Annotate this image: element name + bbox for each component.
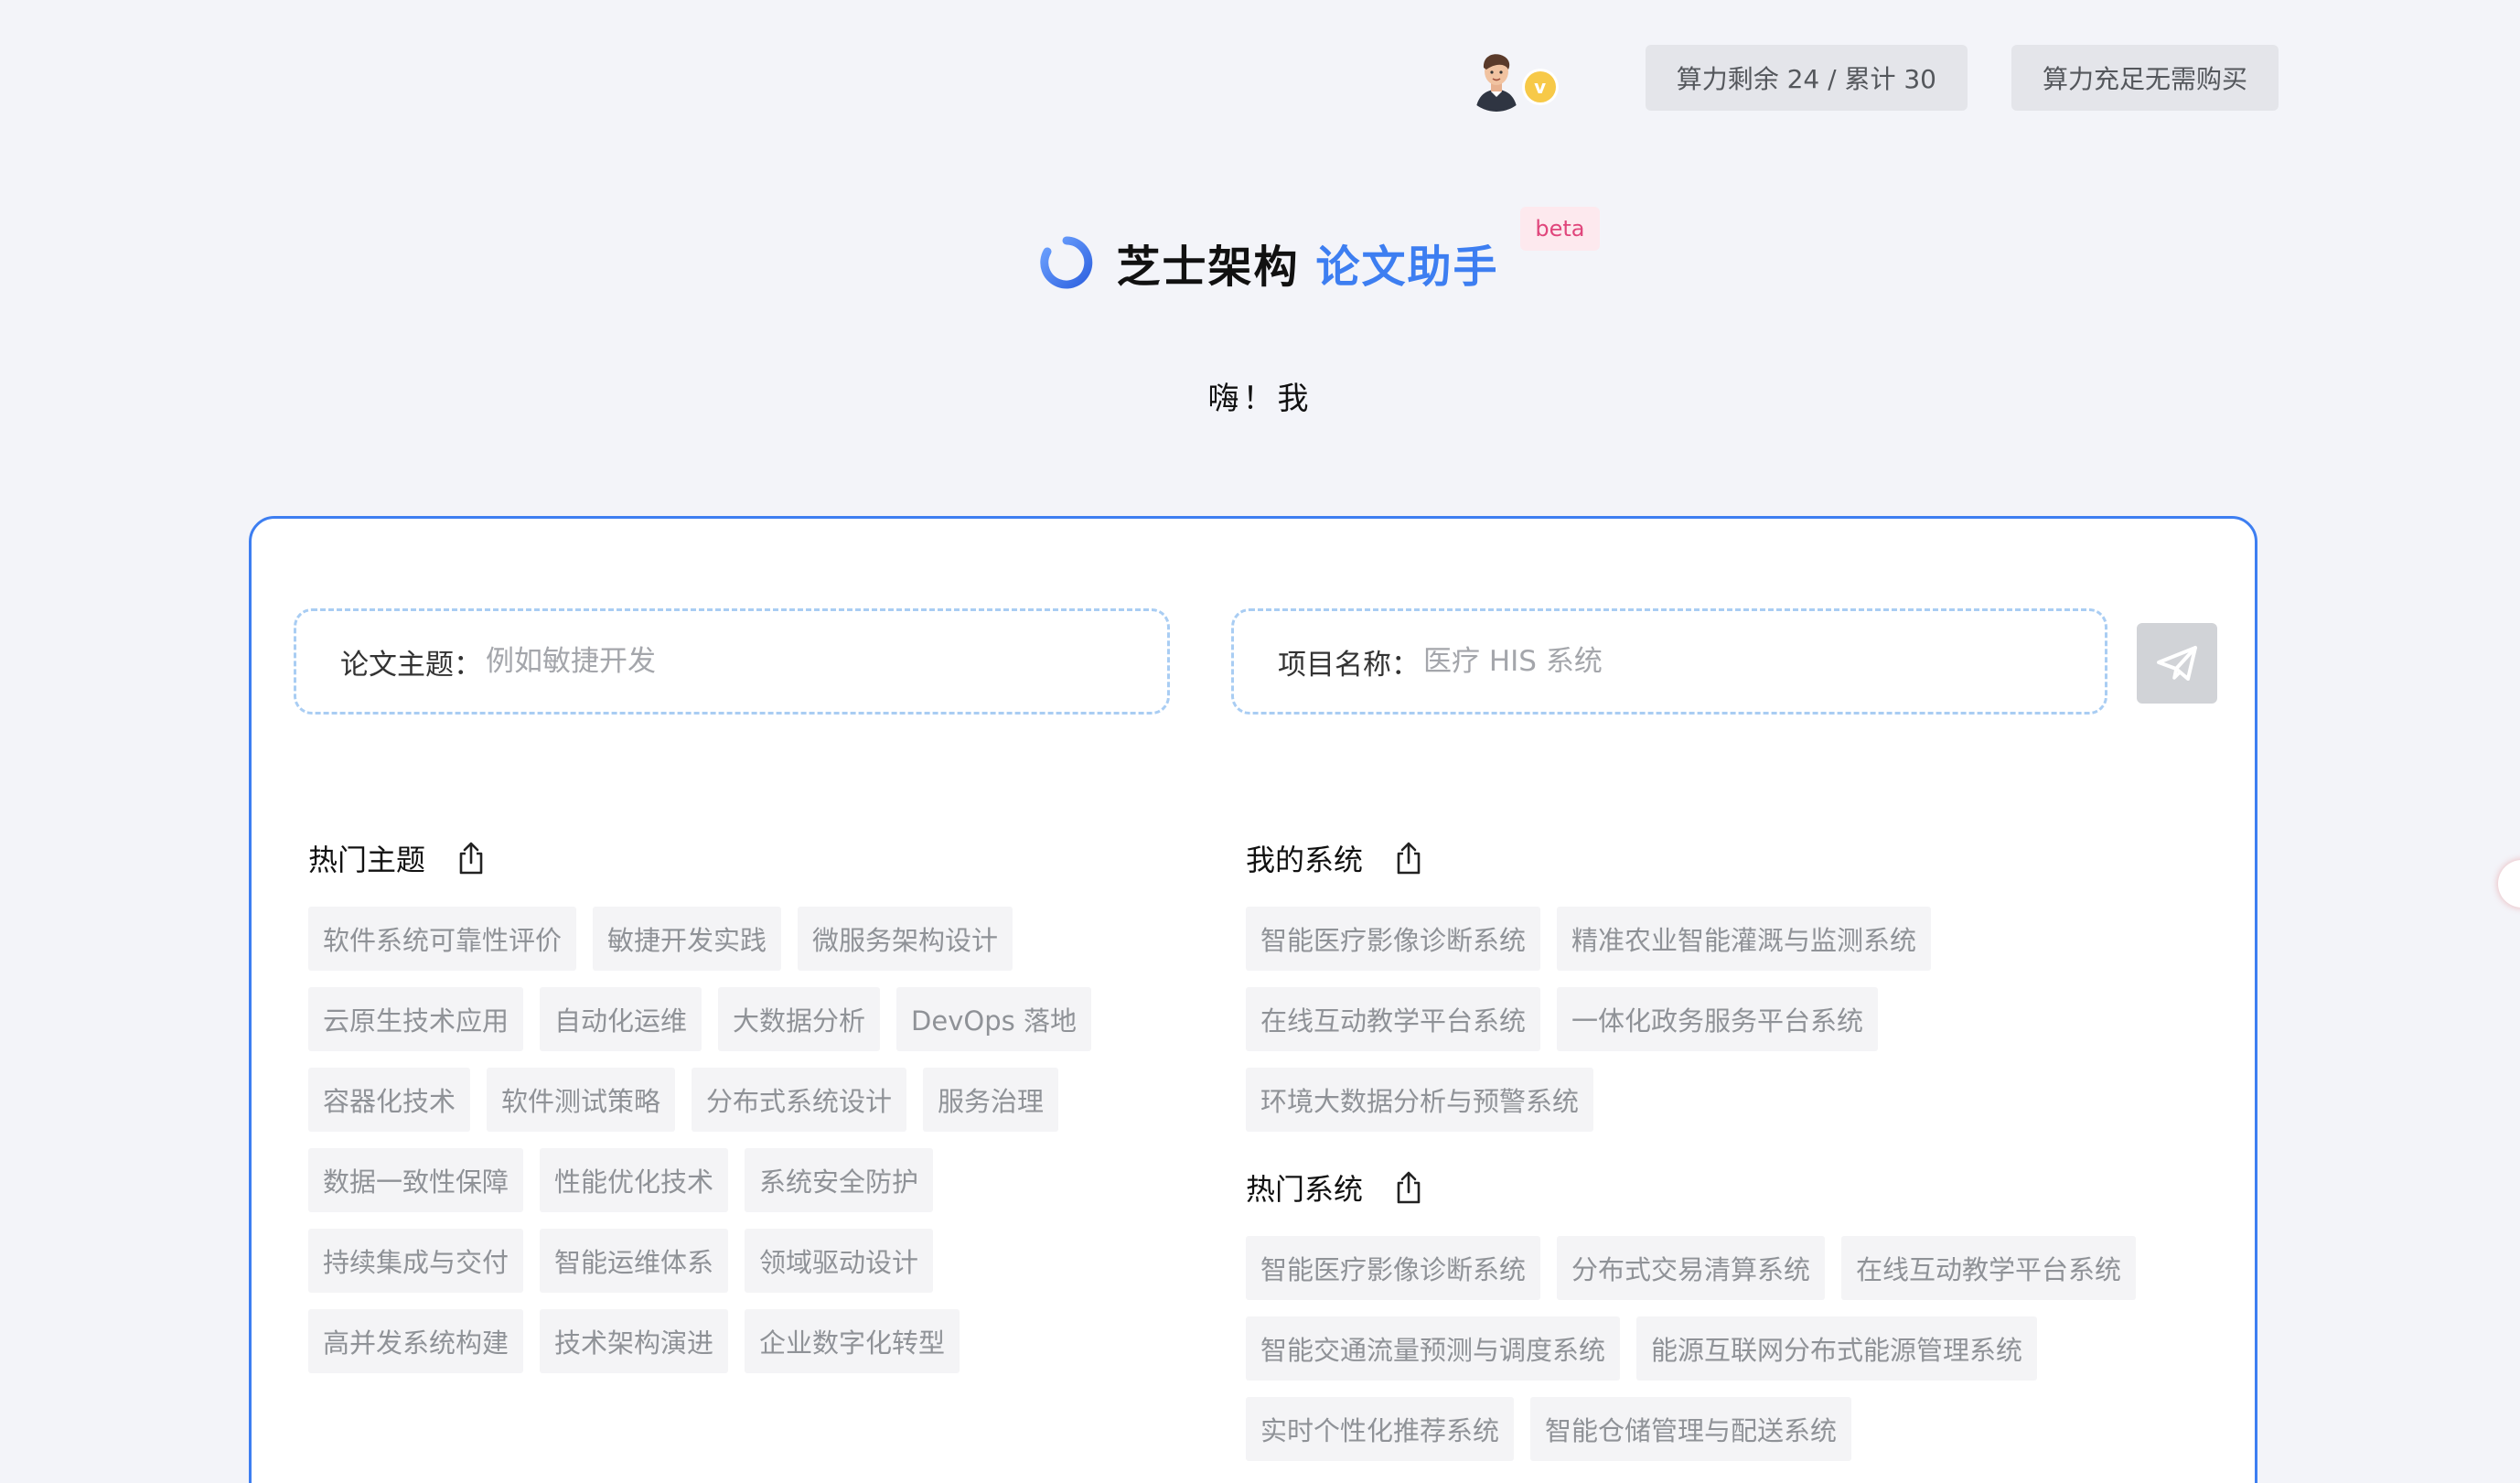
hot-systems-title: 热门系统 <box>1246 1172 1364 1207</box>
topic-input[interactable] <box>486 645 1035 678</box>
floating-edge-button[interactable] <box>2498 860 2520 908</box>
topic-tag[interactable]: 软件测试策略 <box>487 1068 676 1132</box>
brand-subtitle: 论文助手 <box>1315 242 1499 293</box>
topic-label: 论文主题： <box>340 648 482 682</box>
brand-header: 芝士架构 论文助手 beta <box>0 207 2520 295</box>
topic-tag[interactable]: 微服务架构设计 <box>798 907 1013 971</box>
send-button[interactable] <box>2137 623 2217 704</box>
topic-tag[interactable]: 持续集成与交付 <box>308 1229 524 1293</box>
greeting-text: 嗨！我 <box>1207 381 1313 417</box>
topic-tag[interactable]: 领域驱动设计 <box>745 1229 934 1293</box>
system-tag[interactable]: 智能医疗影像诊断系统 <box>1246 907 1541 971</box>
topic-tag[interactable]: 敏捷开发实践 <box>593 907 782 971</box>
system-tag[interactable]: 实时个性化推荐系统 <box>1246 1397 1515 1461</box>
my-systems-title: 我的系统 <box>1246 843 1364 877</box>
topic-tag[interactable]: 智能运维体系 <box>540 1229 729 1293</box>
system-tag[interactable]: 在线互动教学平台系统 <box>1841 1236 2137 1300</box>
system-tag[interactable]: 在线互动教学平台系统 <box>1246 987 1541 1051</box>
hot-topics-header: 热门主题 <box>308 835 1131 881</box>
my-systems-section: 我的系统 智能医疗影像诊断系统 精准农业智能灌溉与监测系统 在线互动教学平台系统… <box>1246 835 2161 1132</box>
hot-systems-section: 热门系统 智能医疗影像诊断系统 分布式交易清算系统 在线互动教学平台系统 智能交… <box>1246 1165 2161 1461</box>
topic-tag[interactable]: 系统安全防护 <box>745 1148 934 1212</box>
my-systems-header: 我的系统 <box>1246 835 2161 881</box>
avatar[interactable] <box>1462 44 1530 112</box>
share-icon[interactable] <box>1394 841 1423 876</box>
system-tag[interactable]: 分布式交易清算系统 <box>1557 1236 1826 1300</box>
topic-tag[interactable]: 服务治理 <box>923 1068 1059 1132</box>
project-field[interactable]: 项目名称： <box>1231 608 2107 715</box>
hot-topics-title: 热门主题 <box>308 843 426 877</box>
topic-tag[interactable]: 云原生技术应用 <box>308 987 524 1051</box>
user-avatar-area[interactable]: v <box>1462 44 1572 112</box>
topic-tag[interactable]: 技术架构演进 <box>540 1309 729 1373</box>
hot-topics-tags: 软件系统可靠性评价 敏捷开发实践 微服务架构设计 云原生技术应用 自动化运维 大… <box>308 907 1131 1373</box>
brand-logo-icon <box>1040 236 1093 289</box>
topic-tag[interactable]: 数据一致性保障 <box>308 1148 524 1212</box>
topic-tag[interactable]: DevOps 落地 <box>896 987 1091 1051</box>
topic-tag[interactable]: 软件系统可靠性评价 <box>308 907 577 971</box>
system-tag[interactable]: 一体化政务服务平台系统 <box>1557 987 1879 1051</box>
system-tag[interactable]: 环境大数据分析与预警系统 <box>1246 1068 1594 1132</box>
system-tag[interactable]: 智能医疗影像诊断系统 <box>1246 1236 1541 1300</box>
topic-tag[interactable]: 大数据分析 <box>718 987 881 1051</box>
topic-tag[interactable]: 分布式系统设计 <box>692 1068 907 1132</box>
my-systems-tags: 智能医疗影像诊断系统 精准农业智能灌溉与监测系统 在线互动教学平台系统 一体化政… <box>1246 907 2161 1132</box>
topic-tag[interactable]: 自动化运维 <box>540 987 702 1051</box>
quota-button[interactable]: 算力剩余 24 / 累计 30 <box>1645 45 1968 111</box>
send-icon <box>2157 646 2197 681</box>
brand-name: 芝士架构 <box>1116 242 1300 293</box>
top-bar: v 算力剩余 24 / 累计 30 算力充足无需购买 <box>1462 44 2279 112</box>
share-icon[interactable] <box>1394 1170 1423 1205</box>
topic-tag[interactable]: 性能优化技术 <box>540 1148 729 1212</box>
project-label: 项目名称： <box>1278 648 1420 682</box>
share-icon[interactable] <box>456 841 486 876</box>
topic-tag[interactable]: 容器化技术 <box>308 1068 471 1132</box>
project-input[interactable] <box>1423 645 1972 678</box>
system-tag[interactable]: 精准农业智能灌溉与监测系统 <box>1557 907 1932 971</box>
brand-inner: 芝士架构 论文助手 beta <box>1039 207 1600 295</box>
main-card: 论文主题： 项目名称： 热门主题 软件系统可靠性 <box>249 516 2257 1483</box>
hot-systems-header: 热门系统 <box>1246 1165 2161 1210</box>
page: v 算力剩余 24 / 累计 30 算力充足无需购买 芝士架构 论文助手 bet… <box>0 0 2520 1483</box>
system-tag[interactable]: 智能仓储管理与配送系统 <box>1530 1397 1852 1461</box>
hot-topics-section: 热门主题 软件系统可靠性评价 敏捷开发实践 微服务架构设计 云原生技术应用 自动… <box>308 835 1131 1373</box>
hot-systems-tags: 智能医疗影像诊断系统 分布式交易清算系统 在线互动教学平台系统 智能交通流量预测… <box>1246 1236 2161 1461</box>
system-tag[interactable]: 智能交通流量预测与调度系统 <box>1246 1316 1621 1381</box>
system-tag[interactable]: 能源互联网分布式能源管理系统 <box>1636 1316 2038 1381</box>
avatar-illustration <box>1462 44 1530 112</box>
topic-tag[interactable]: 企业数字化转型 <box>745 1309 960 1373</box>
topic-field[interactable]: 论文主题： <box>294 608 1170 715</box>
beta-badge: beta <box>1520 207 1600 251</box>
topic-tag[interactable]: 高并发系统构建 <box>308 1309 524 1373</box>
buy-button[interactable]: 算力充足无需购买 <box>2011 45 2279 111</box>
vip-badge-icon: v <box>1524 71 1556 102</box>
